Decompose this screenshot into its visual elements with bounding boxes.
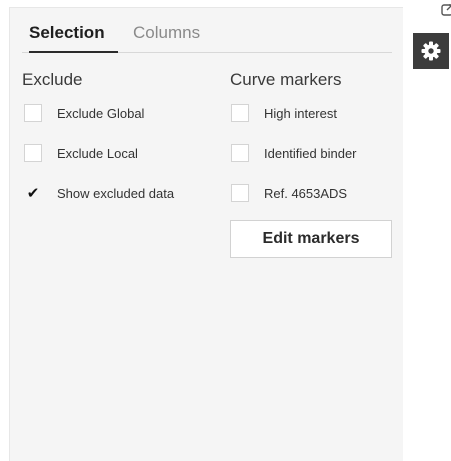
exclude-title: Exclude [22,70,83,89]
exclude-global-label: Exclude Global [57,105,145,121]
exclude-global-checkbox[interactable] [24,104,42,122]
identified-binder-option[interactable]: Identified binder [231,143,357,163]
popout-icon [441,4,451,16]
popout-button[interactable] [441,3,451,17]
identified-binder-label: Identified binder [264,145,357,161]
exclude-local-label: Exclude Local [57,145,138,161]
show-excluded-data-option[interactable]: ✔ Show excluded data [24,183,174,203]
high-interest-option[interactable]: High interest [231,103,337,123]
show-excluded-data-label: Show excluded data [57,185,175,201]
tab-bar: Selection Columns [22,22,392,53]
exclude-global-option[interactable]: Exclude Global [24,103,144,123]
high-interest-label: High interest [264,105,337,121]
exclude-local-option[interactable]: Exclude Local [24,143,138,163]
settings-button[interactable] [413,33,449,69]
identified-binder-checkbox[interactable] [231,144,249,162]
ref-4653ads-option[interactable]: Ref. 4653ADS [231,183,347,203]
high-interest-checkbox[interactable] [231,104,249,122]
checkmark-icon: ✔ [26,184,40,202]
show-excluded-data-checkbox[interactable]: ✔ [24,184,42,202]
tab-columns[interactable]: Columns [133,22,200,52]
tab-selection[interactable]: Selection [29,22,118,53]
edit-markers-button[interactable]: Edit markers [230,220,392,258]
curve-markers-title: Curve markers [230,70,342,89]
gear-icon [421,41,441,61]
ref-4653ads-checkbox[interactable] [231,184,249,202]
ref-4653ads-label: Ref. 4653ADS [264,185,348,201]
exclude-local-checkbox[interactable] [24,144,42,162]
